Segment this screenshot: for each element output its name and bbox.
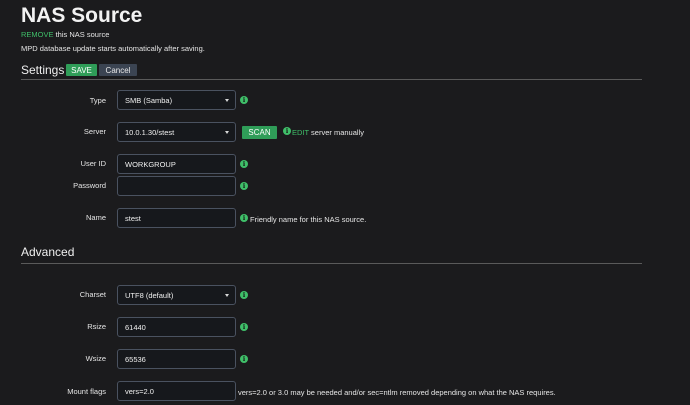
edit-server-line: EDIT server manually bbox=[292, 128, 364, 137]
info-icon[interactable]: i bbox=[240, 355, 248, 363]
remove-link[interactable]: REMOVE bbox=[21, 30, 54, 39]
remove-line: REMOVE this NAS source bbox=[21, 30, 109, 39]
name-help: Friendly name for this NAS source. bbox=[250, 215, 367, 224]
advanced-heading: Advanced bbox=[21, 245, 75, 259]
edit-server-link[interactable]: EDIT bbox=[292, 128, 309, 137]
info-icon[interactable]: i bbox=[283, 127, 291, 135]
charset-label: Charset bbox=[79, 290, 106, 299]
info-icon[interactable]: i bbox=[240, 160, 248, 168]
save-button[interactable]: SAVE bbox=[66, 64, 97, 76]
mount-flags-label: Mount flags bbox=[67, 387, 106, 396]
type-label: Type bbox=[89, 96, 106, 105]
wsize-value: 65536 bbox=[125, 354, 146, 364]
user-id-label: User ID bbox=[80, 159, 106, 168]
remove-suffix: this NAS source bbox=[53, 30, 110, 39]
info-icon[interactable]: i bbox=[240, 291, 248, 299]
settings-heading: Settings bbox=[21, 63, 65, 77]
page-title: NAS Source bbox=[21, 4, 143, 27]
charset-value: UTF8 (default) bbox=[125, 290, 174, 300]
wsize-input[interactable]: 65536 bbox=[117, 349, 236, 369]
user-id-input[interactable]: WORKGROUP bbox=[117, 154, 236, 174]
mount-flags-help: vers=2.0 or 3.0 may be needed and/or sec… bbox=[238, 388, 556, 397]
info-icon[interactable]: i bbox=[240, 182, 248, 190]
name-value: stest bbox=[125, 213, 141, 223]
advanced-divider bbox=[21, 263, 642, 264]
user-id-value: WORKGROUP bbox=[125, 159, 176, 169]
server-label: Server bbox=[83, 127, 106, 136]
rsize-value: 61440 bbox=[125, 322, 146, 332]
edit-server-suffix: server manually bbox=[308, 128, 364, 137]
chevron-down-icon bbox=[225, 98, 229, 102]
name-label: Name bbox=[85, 213, 106, 222]
update-note: MPD database update starts automatically… bbox=[21, 44, 205, 53]
name-input[interactable]: stest bbox=[117, 208, 236, 228]
chevron-down-icon bbox=[225, 293, 229, 297]
server-select[interactable]: 10.0.1.30/stest bbox=[117, 122, 236, 142]
charset-select[interactable]: UTF8 (default) bbox=[117, 285, 236, 305]
rsize-label: Rsize bbox=[87, 322, 106, 331]
chevron-down-icon bbox=[225, 130, 229, 134]
scan-button[interactable]: SCAN bbox=[242, 126, 277, 139]
wsize-label: Wsize bbox=[85, 354, 106, 363]
mount-flags-input[interactable]: vers=2.0 bbox=[117, 381, 236, 401]
password-input[interactable] bbox=[117, 176, 236, 196]
settings-divider bbox=[21, 79, 642, 80]
type-value: SMB (Samba) bbox=[125, 95, 173, 105]
info-icon[interactable]: i bbox=[240, 96, 248, 104]
cancel-button[interactable]: Cancel bbox=[99, 64, 137, 76]
rsize-input[interactable]: 61440 bbox=[117, 317, 236, 337]
info-icon[interactable]: i bbox=[240, 214, 248, 222]
mount-flags-value: vers=2.0 bbox=[125, 386, 154, 396]
type-select[interactable]: SMB (Samba) bbox=[117, 90, 236, 110]
server-value: 10.0.1.30/stest bbox=[125, 127, 175, 137]
password-label: Password bbox=[73, 181, 106, 190]
info-icon[interactable]: i bbox=[240, 323, 248, 331]
